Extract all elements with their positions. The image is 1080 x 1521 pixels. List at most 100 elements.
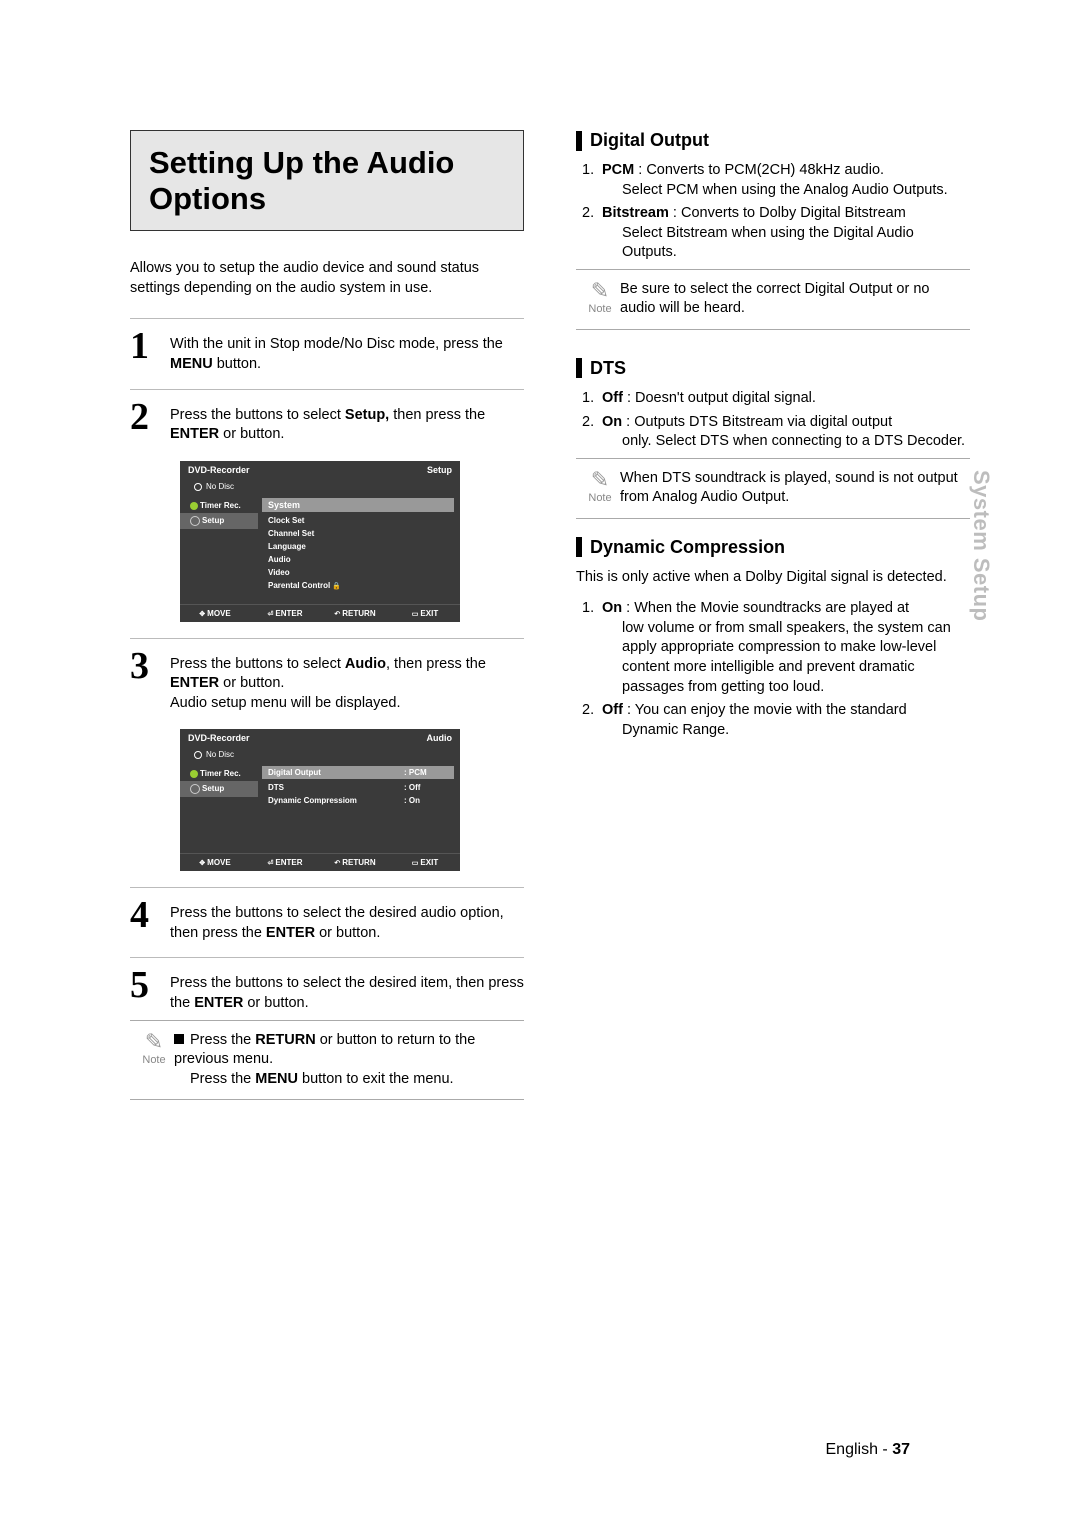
pencil-icon: ✎ [580,469,620,491]
dyn-intro: This is only active when a Dolby Digital… [576,568,970,588]
osd-menu-item: Channel Set [262,527,454,540]
osd-left-item-selected: Setup [180,781,258,797]
gear-icon [190,516,200,526]
note-block: ✎ Note Be sure to select the correct Dig… [576,269,970,330]
step-body: With the unit in Stop mode/No Disc mode,… [170,333,524,374]
note-icon: ✎ Note [580,280,620,315]
osd-right-panel: Digital Output : PCM DTS : Off Dynamic C… [258,762,460,853]
section-bar-icon [576,131,582,151]
note-body: Press the RETURN or button to return to … [174,1031,520,1090]
osd-menu-item: Dynamic Compressiom : On [262,794,454,807]
osd-title-right: Audio [427,733,453,743]
osd-footer: ✥MOVE ⏎ENTER ↶RETURN ▭EXIT [180,604,460,622]
exit-icon: ▭ [412,611,419,618]
note-block: ✎ Note When DTS soundtrack is played, so… [576,458,970,519]
osd-header: DVD-Recorder Setup [180,461,460,479]
return-icon: ↶ [334,611,340,618]
step-body: Press the buttons to select the desired … [170,902,524,943]
step-number: 2 [130,404,160,431]
osd-screenshot-setup: DVD-Recorder Setup No Disc Timer Rec. Se… [180,461,460,622]
osd-left-panel: Timer Rec. Setup [180,762,258,853]
step-number: 3 [130,653,160,680]
osd-left-panel: Timer Rec. Setup [180,494,258,604]
enter-icon: ⏎ [268,860,274,867]
record-dot-icon [194,751,202,759]
bullet-square-icon [174,1034,184,1044]
note-body: When DTS soundtrack is played, sound is … [620,469,966,508]
section-bar-icon [576,537,582,557]
step-1: 1 With the unit in Stop mode/No Disc mod… [130,333,524,374]
osd-menu-item: Language [262,540,454,553]
return-icon: ↶ [334,860,340,867]
section-title: Dynamic Compression [590,537,785,558]
step-2: 2 Press the buttons to select Setup, the… [130,404,524,445]
step-number: 4 [130,902,160,929]
osd-right-header: Digital Output : PCM [262,766,454,779]
pencil-icon: ✎ [134,1031,174,1053]
step-5: 5 Press the buttons to select the desire… [130,972,524,1013]
osd-body: Timer Rec. Setup Digital Output : PCM DT… [180,762,460,853]
osd-menu-item: DTS : Off [262,781,454,794]
step-body: Press the buttons to select the desired … [170,972,524,1013]
step-number: 1 [130,333,160,360]
step-body: Press the buttons to select Audio, then … [170,653,524,714]
osd-left-item-selected: Setup [180,513,258,529]
divider [130,318,524,319]
osd-screenshot-audio: DVD-Recorder Audio No Disc Timer Rec. Se… [180,729,460,871]
pencil-icon: ✎ [580,280,620,302]
osd-title-right: Setup [427,465,452,475]
section-header-dynamic-compression: Dynamic Compression [576,537,970,558]
osd-title-left: DVD-Recorder [188,465,250,475]
section-edge-tab: System Setup [968,470,994,622]
dts-list: 1. Off : Doesn't output digital signal. … [582,389,970,452]
page-title: Setting Up the Audio Options [149,145,505,216]
note-label: Note [142,1054,165,1066]
osd-left-item: Timer Rec. [180,498,258,513]
list-item: 2. On : Outputs DTS Bitstream via digita… [582,413,970,452]
osd-menu-item: Clock Set [262,514,454,527]
osd-footer-return: ↶RETURN [326,609,384,618]
osd-subheader: No Disc [180,479,460,494]
osd-footer-enter: ⏎ENTER [256,858,314,867]
osd-footer-exit: ▭EXIT [396,858,454,867]
divider [130,638,524,639]
osd-footer: ✥MOVE ⏎ENTER ↶RETURN ▭EXIT [180,853,460,871]
list-item: 1. On : When the Movie soundtracks are p… [582,599,970,697]
section-header-digital-output: Digital Output [576,130,970,151]
osd-title-left: DVD-Recorder [188,733,250,743]
section-title: DTS [590,358,626,379]
two-column-layout: Setting Up the Audio Options Allows you … [130,130,970,1128]
digital-output-list: 1. PCM : Converts to PCM(2CH) 48kHz audi… [582,161,970,263]
divider [130,887,524,888]
right-column: Digital Output 1. PCM : Converts to PCM(… [576,130,970,1128]
osd-footer-move: ✥MOVE [186,858,244,867]
manual-page: Setting Up the Audio Options Allows you … [0,0,1080,1521]
move-icon: ✥ [199,860,205,867]
osd-left-item: Timer Rec. [180,766,258,781]
footer-language: English - [826,1441,893,1458]
step-body: Press the buttons to select Setup, then … [170,404,524,445]
osd-right-panel: System Clock Set Channel Set Language Au… [258,494,460,604]
clock-icon [190,502,198,510]
gear-icon [190,784,200,794]
list-item: 1. Off : Doesn't output digital signal. [582,389,970,409]
step-3: 3 Press the buttons to select Audio, the… [130,653,524,714]
osd-header: DVD-Recorder Audio [180,729,460,747]
list-item: 2. Bitstream : Converts to Dolby Digital… [582,204,970,263]
note-icon: ✎ Note [580,469,620,504]
step-4: 4 Press the buttons to select the desire… [130,902,524,943]
osd-footer-move: ✥MOVE [186,609,244,618]
note-block: ✎ Note Press the RETURN or button to ret… [130,1020,524,1101]
osd-footer-enter: ⏎ENTER [256,609,314,618]
osd-body: Timer Rec. Setup System Clock Set Channe… [180,494,460,604]
left-column: Setting Up the Audio Options Allows you … [130,130,524,1128]
divider [130,389,524,390]
intro-text: Allows you to setup the audio device and… [130,259,524,298]
record-dot-icon [194,483,202,491]
note-label: Note [588,492,611,504]
move-icon: ✥ [199,611,205,618]
osd-menu-item: Audio [262,553,454,566]
osd-menu-item: Video [262,566,454,579]
exit-icon: ▭ [412,860,419,867]
section-bar-icon [576,358,582,378]
